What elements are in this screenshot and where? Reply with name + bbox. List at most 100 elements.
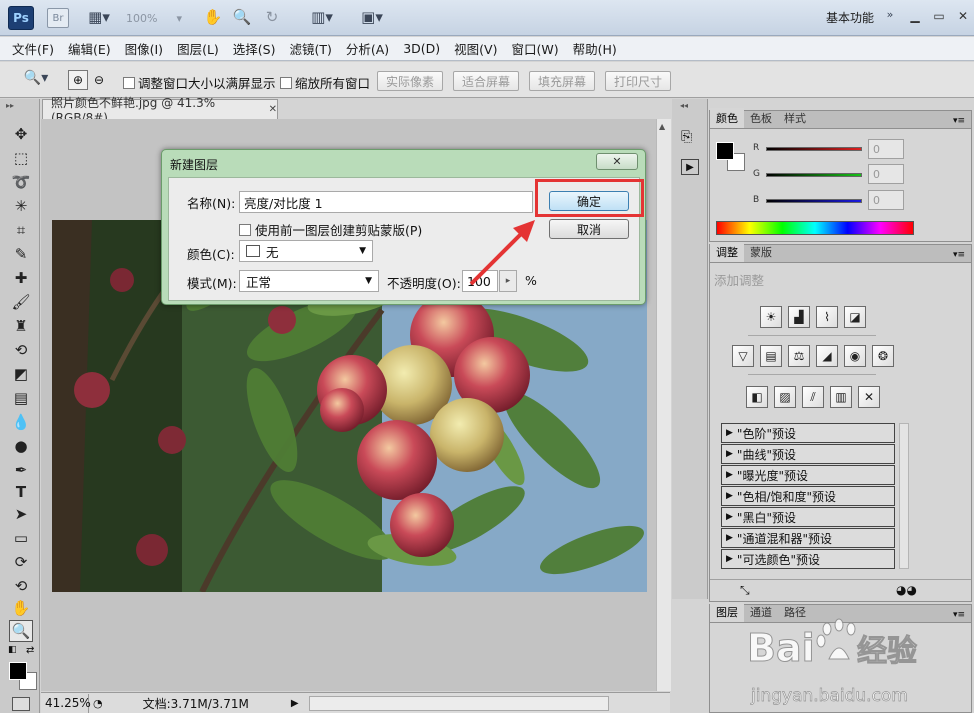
blur-tool-icon[interactable]: 💧	[9, 411, 33, 433]
preset-item[interactable]: ▶ "曲线"预设	[721, 444, 895, 464]
tab-masks[interactable]: 蒙版	[744, 242, 778, 262]
brush-tool-icon[interactable]: 🖌	[9, 291, 33, 313]
clip-to-layer-icon[interactable]: ◕◕	[896, 583, 917, 597]
preset-item[interactable]: ▶ "色相/饱和度"预设	[721, 486, 895, 506]
menu-filter[interactable]: 滤镜(T)	[289, 39, 331, 58]
maximize-button[interactable]: ▭	[926, 6, 952, 26]
hand-tool-icon[interactable]: ✋	[9, 597, 33, 619]
dialog-close-icon[interactable]: ✕	[596, 153, 638, 170]
threshold-icon[interactable]: ⫽	[802, 386, 824, 408]
posterize-icon[interactable]: ▨	[774, 386, 796, 408]
history-panel-icon[interactable]: ⎘	[681, 129, 692, 145]
menu-view[interactable]: 视图(V)	[454, 39, 497, 58]
channel-b-slider[interactable]	[766, 199, 862, 203]
healing-brush-tool-icon[interactable]: ✚	[9, 267, 33, 289]
blend-mode-select[interactable]: 正常 ▼	[239, 270, 379, 292]
move-tool-icon[interactable]: ✥	[9, 123, 33, 145]
zoom-level-select[interactable]: 100% ▾	[126, 9, 186, 27]
vibrance-icon[interactable]: ▽	[732, 345, 754, 367]
channel-mixer-icon[interactable]: ❂	[872, 345, 894, 367]
close-document-icon[interactable]: ✕	[269, 104, 277, 115]
history-brush-tool-icon[interactable]: ⟲	[9, 339, 33, 361]
channel-b-value[interactable]: 0	[868, 190, 904, 210]
menu-edit[interactable]: 编辑(E)	[68, 39, 111, 58]
pen-tool-icon[interactable]: ✒	[9, 459, 33, 481]
channel-g-value[interactable]: 0	[868, 164, 904, 184]
selective-color-icon[interactable]: ✕	[858, 386, 880, 408]
invert-icon[interactable]: ◧	[746, 386, 768, 408]
panel-menu-icon[interactable]: ▾≡	[953, 250, 971, 262]
lasso-tool-icon[interactable]: ➰	[9, 171, 33, 193]
menu-help[interactable]: 帮助(H)	[573, 39, 617, 58]
tab-adjustments[interactable]: 调整	[710, 242, 744, 262]
black-white-icon[interactable]: ◢	[816, 345, 838, 367]
clone-stamp-tool-icon[interactable]: ♜	[9, 315, 33, 337]
zoom-out-icon[interactable]: ⊖	[90, 70, 108, 90]
eraser-tool-icon[interactable]: ◩	[9, 363, 33, 385]
layer-color-select[interactable]: 无 ▼	[239, 240, 373, 262]
workspace-switcher[interactable]: 基本功能	[826, 9, 874, 26]
crop-tool-icon[interactable]: ⌗	[9, 219, 33, 241]
actual-pixels-button[interactable]: 实际像素	[377, 71, 443, 91]
zoom-all-checkbox[interactable]	[280, 76, 292, 89]
tab-color[interactable]: 颜色	[710, 108, 744, 128]
menu-analysis[interactable]: 分析(A)	[346, 39, 389, 58]
hue-saturation-icon[interactable]: ▤	[760, 345, 782, 367]
menu-layer[interactable]: 图层(L)	[177, 39, 219, 58]
shape-tool-icon[interactable]: ▭	[9, 527, 33, 549]
zoom-tool-icon[interactable]: 🔍	[232, 8, 252, 26]
tab-layers[interactable]: 图层	[710, 602, 744, 622]
color-spectrum-bar[interactable]	[716, 221, 914, 235]
gradient-map-icon[interactable]: ▥	[830, 386, 852, 408]
channel-r-slider[interactable]	[766, 147, 862, 151]
panel-menu-icon[interactable]: ▾≡	[953, 116, 971, 128]
panel-collapse-icon[interactable]: ◂◂	[680, 101, 688, 110]
swap-colors-icon[interactable]: ⇄	[26, 645, 34, 656]
horizontal-scrollbar[interactable]	[308, 695, 609, 711]
channel-r-value[interactable]: 0	[868, 139, 904, 159]
vertical-scrollbar[interactable]: ▲	[656, 119, 671, 691]
tab-styles[interactable]: 样式	[778, 108, 812, 128]
presets-scrollbar[interactable]	[899, 423, 909, 569]
minimize-button[interactable]: ▁	[902, 6, 928, 26]
print-size-button[interactable]: 打印尺寸	[605, 71, 671, 91]
tools-collapse-icon[interactable]: ▸▸	[6, 101, 14, 110]
menu-select[interactable]: 选择(S)	[233, 39, 276, 58]
preset-item[interactable]: ▶ "曝光度"预设	[721, 465, 895, 485]
zoom-tool-preset-icon[interactable]: 🔍▾	[18, 70, 54, 86]
status-zoom[interactable]: 41.25%	[41, 693, 91, 713]
foreground-color-swatch[interactable]	[9, 662, 27, 680]
cancel-button[interactable]: 取消	[549, 219, 629, 239]
3d-orbit-tool-icon[interactable]: ⟲	[9, 575, 33, 597]
preset-item[interactable]: ▶ "色阶"预设	[721, 423, 895, 443]
menu-3d[interactable]: 3D(D)	[403, 41, 440, 56]
document-tab[interactable]: 照片颜色不鲜艳.jpg @ 41.3%(RGB/8#) ✕	[42, 96, 278, 125]
path-selection-tool-icon[interactable]: ➤	[9, 503, 33, 525]
bridge-button[interactable]: Br	[47, 8, 69, 28]
screen-mode-icon[interactable]: ▣▾	[354, 8, 390, 26]
clipping-mask-checkbox[interactable]	[239, 223, 251, 236]
color-balance-icon[interactable]: ⚖	[788, 345, 810, 367]
tab-swatches[interactable]: 色板	[744, 108, 778, 128]
type-tool-icon[interactable]: T	[9, 481, 33, 503]
zoom-tool-icon[interactable]: 🔍	[9, 620, 33, 642]
photo-filter-icon[interactable]: ◉	[844, 345, 866, 367]
menu-image[interactable]: 图像(I)	[125, 39, 163, 58]
workspace-dropdown-icon[interactable]: »	[884, 8, 896, 21]
magic-wand-tool-icon[interactable]: ✳	[9, 195, 33, 217]
menu-window[interactable]: 窗口(W)	[511, 39, 558, 58]
close-button[interactable]: ✕	[950, 6, 974, 26]
preset-item[interactable]: ▶ "通道混和器"预设	[721, 528, 895, 548]
brightness-contrast-icon[interactable]: ☀	[760, 306, 782, 328]
menu-file[interactable]: 文件(F)	[12, 39, 54, 58]
eyedropper-tool-icon[interactable]: ✎	[9, 243, 33, 265]
rotate-view-icon[interactable]: ↻	[262, 8, 282, 26]
quick-mask-icon[interactable]	[12, 697, 30, 711]
marquee-tool-icon[interactable]: ⬚	[9, 147, 33, 169]
curves-icon[interactable]: ⌇	[816, 306, 838, 328]
preset-item[interactable]: ▶ "黑白"预设	[721, 507, 895, 527]
status-info-icon[interactable]: ◔	[93, 697, 103, 710]
zoom-in-icon[interactable]: ⊕	[68, 70, 88, 90]
preset-item[interactable]: ▶ "可选颜色"预设	[721, 549, 895, 569]
3d-rotate-tool-icon[interactable]: ⟳	[9, 551, 33, 573]
